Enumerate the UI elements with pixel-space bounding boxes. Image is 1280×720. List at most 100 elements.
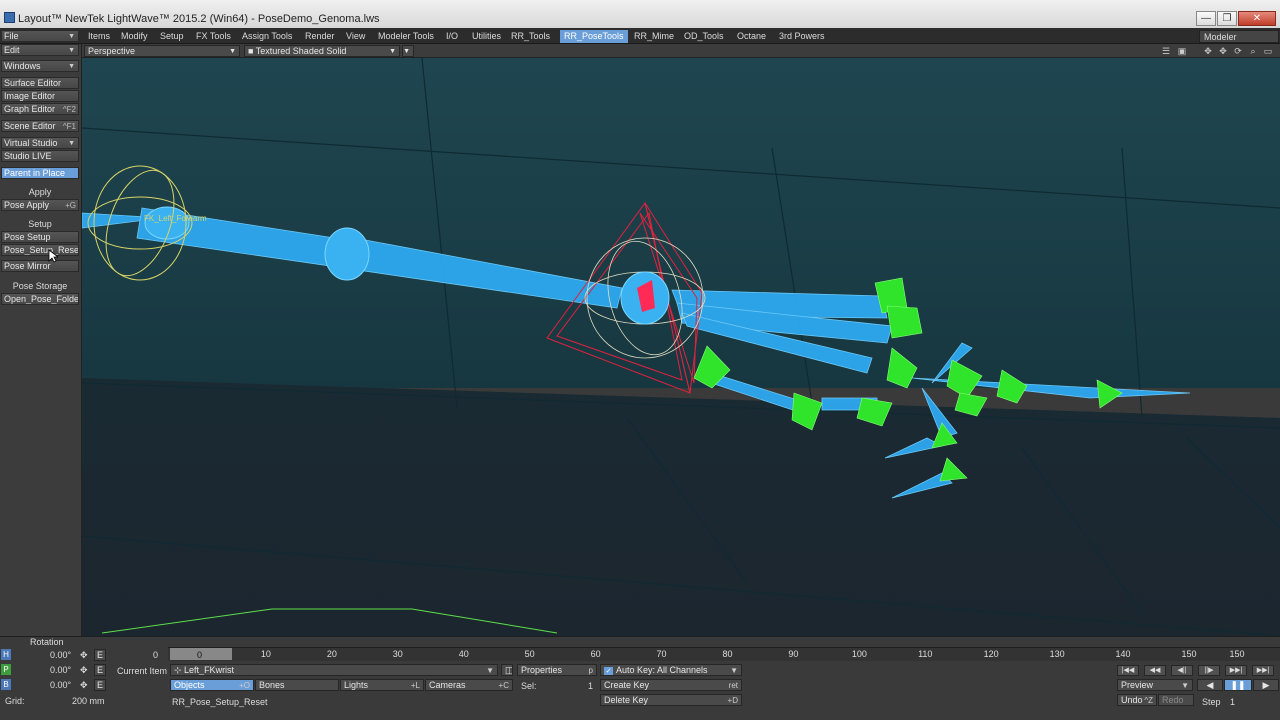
move-icon[interactable]: ✥ [80,665,88,676]
zoom-icon[interactable]: ⌕ [1247,46,1259,56]
heading-channel-button[interactable]: H [1,649,11,660]
tab-view[interactable]: View [342,30,369,43]
3d-viewport[interactable]: FK_Left_Forearm [82,58,1280,636]
envelope-button[interactable]: E [94,664,106,676]
rotate-view-icon[interactable]: ✥ [1217,46,1229,56]
tab-fx-tools[interactable]: FX Tools [192,30,235,43]
properties-button[interactable]: Properties p [517,664,597,676]
delete-key-button[interactable]: Delete Key +D [600,694,742,706]
layout-icon[interactable]: ▣ [1176,46,1188,56]
pose-setup-button[interactable]: Pose Setup [1,231,79,243]
play-button[interactable]: ▶ [1253,679,1279,691]
orbit-icon[interactable]: ⟳ [1232,46,1244,56]
status-text: RR_Pose_Setup_Reset [172,697,268,707]
grid-value: 200 mm [72,696,105,706]
render-mode-select[interactable]: ■ Textured Shaded Solid ▼ [244,45,400,57]
pose-apply-button[interactable]: Pose Apply +G [1,199,79,211]
first-frame-button[interactable]: |◀◀ [1117,665,1139,676]
envelope-button[interactable]: E [94,679,106,691]
pitch-value[interactable]: 0.00° [50,665,71,675]
objects-button[interactable]: Objects +O [170,679,254,691]
close-button[interactable]: ✕ [1238,11,1276,26]
maximize-viewport-icon[interactable]: ▭ [1262,46,1274,56]
timeline-tick: 80 [722,649,733,659]
item-options-button[interactable]: ◫ [501,664,513,676]
tab-od-tools[interactable]: OD_Tools [680,30,728,43]
parent-in-place-button[interactable]: Parent in Place [1,167,79,179]
tab-rr-posetools[interactable]: RR_PoseTools [560,30,628,43]
windows-menu[interactable]: Windows ▼ [1,60,79,72]
envelope-button[interactable]: E [94,649,106,661]
view-mode-select[interactable]: Perspective ▼ [84,45,240,57]
play-forward-button[interactable]: ||▶ [1198,665,1220,676]
move-icon[interactable]: ✥ [80,680,88,691]
chevron-down-icon: ▼ [403,48,410,55]
move-icon[interactable]: ✥ [80,650,88,661]
tab-assign-tools[interactable]: Assign Tools [238,30,296,43]
prev-key-button[interactable]: ◀◀ [1144,665,1166,676]
pose-setup-reset-button[interactable]: Pose_Setup_Reset [1,244,79,256]
wall-plane [82,58,1280,388]
graph-editor-shortcut: ^F2 [62,105,76,114]
tab-rr-mime[interactable]: RR_Mime [630,30,678,43]
pause-button[interactable]: ❚❚ [1224,679,1252,691]
pitch-channel-button[interactable]: P [1,664,11,675]
pose-mirror-button[interactable]: Pose Mirror [1,260,79,272]
scene-editor-button[interactable]: Scene Editor ^F1 [1,120,79,132]
move-view-icon[interactable]: ✥ [1202,46,1214,56]
tab-utilities[interactable]: Utilities [468,30,505,43]
virtual-studio-menu[interactable]: Virtual Studio ▼ [1,137,79,149]
timeline-tick: 70 [656,649,667,659]
bank-channel-button[interactable]: B [1,679,11,690]
auto-key-select[interactable]: ✓ Auto Key: All Channels ▼ [600,664,742,676]
surface-editor-button[interactable]: Surface Editor [1,77,79,89]
auto-key-label: Auto Key: All Channels [616,665,708,675]
tab-setup[interactable]: Setup [156,30,188,43]
next-key-button[interactable]: ▶▶| [1225,665,1247,676]
lights-button[interactable]: Lights +L [340,679,424,691]
maximize-button[interactable]: ❐ [1217,11,1237,26]
play-reverse-button[interactable]: ◀|| [1171,665,1193,676]
current-item-value: Left_FKwrist [184,665,235,675]
step-back-button[interactable]: ◀ [1197,679,1223,691]
menu-tabs-bar: File ▼ Items Modify Setup FX Tools Assign Too… [0,28,1280,44]
pose-apply-shortcut: +G [65,201,76,210]
create-key-button[interactable]: Create Key ret [600,679,742,691]
graph-editor-button[interactable]: Graph Editor ^F2 [1,103,79,115]
current-item-select[interactable]: ⊹ Left_FKwrist ▼ [170,664,498,676]
minimize-button[interactable]: — [1196,11,1216,26]
last-frame-button[interactable]: ▶▶| [1252,665,1274,676]
tab-render[interactable]: Render [301,30,339,43]
file-menu[interactable]: File ▼ [1,30,79,42]
edit-menu[interactable]: Edit ▼ [1,44,79,56]
chevron-down-icon: ▼ [229,48,236,55]
timeline-start[interactable]: 0 [153,650,158,660]
viewport-options-dropdown[interactable]: ▼ [402,45,414,57]
virtual-studio-label: Virtual Studio [4,138,58,148]
timeline-end[interactable]: 150 [1229,649,1244,659]
image-editor-button[interactable]: Image Editor [1,90,79,102]
list-icon[interactable]: ☰ [1160,46,1172,56]
studio-live-button[interactable]: Studio LIVE [1,150,79,162]
tab-3rd-powers[interactable]: 3rd Powers [775,30,829,43]
tab-modify[interactable]: Modify [117,30,152,43]
current-frame: 0 [197,650,203,660]
modeler-button[interactable]: Modeler [1199,30,1279,43]
pose-apply-label: Pose Apply [4,200,50,210]
tab-items[interactable]: Items [84,30,114,43]
bones-button[interactable]: Bones [255,679,339,691]
undo-button[interactable]: Undo ^Z [1117,694,1157,706]
heading-value[interactable]: 0.00° [50,650,71,660]
preview-select[interactable]: Preview ▼ [1117,679,1193,691]
tab-i-o[interactable]: I/O [442,30,462,43]
tab-rr-tools[interactable]: RR_Tools [507,30,554,43]
open-pose-folder-button[interactable]: Open_Pose_Folder [1,293,79,305]
redo-button[interactable]: Redo [1158,694,1194,706]
bank-value[interactable]: 0.00° [50,680,71,690]
tab-modeler-tools[interactable]: Modeler Tools [374,30,438,43]
timeline-tick: 140 [1115,649,1131,659]
tab-octane[interactable]: Octane [733,30,770,43]
cameras-button[interactable]: Cameras +C [425,679,513,691]
step-value[interactable]: 1 [1230,697,1235,707]
scene-editor-label: Scene Editor [4,121,56,131]
